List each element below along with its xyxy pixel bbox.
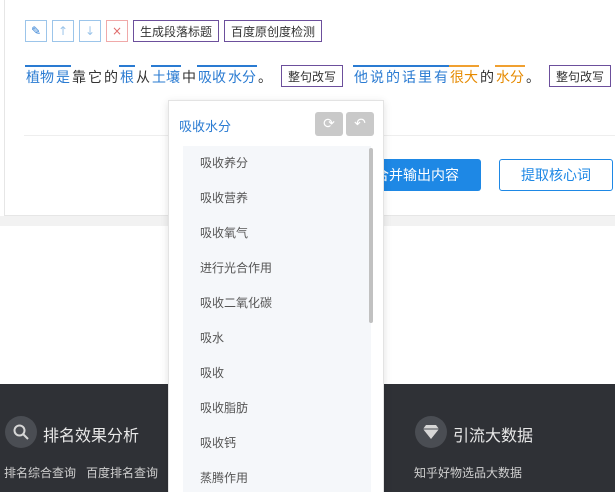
synonym-option[interactable]: 吸收钙 <box>183 426 371 461</box>
word-token[interactable]: 土壤 <box>151 65 181 87</box>
merge-output-button[interactable]: 合并输出内容 <box>370 159 481 191</box>
word-token[interactable]: 里 <box>417 65 434 87</box>
word-token: 。 <box>526 70 541 86</box>
word-token[interactable]: 吸收 <box>197 65 227 87</box>
word-token[interactable]: 根 <box>119 65 135 87</box>
originality-check-button[interactable]: 百度原创度检测 <box>224 20 323 42</box>
footer-link[interactable]: 百度排名查询 <box>86 464 158 481</box>
synonym-option[interactable]: 吸收二氧化碳 <box>183 286 371 321</box>
word-token[interactable]: 他 <box>353 65 370 87</box>
word-token[interactable]: 是 <box>55 65 71 87</box>
word-token[interactable]: 靠 <box>71 65 87 87</box>
word-token[interactable]: 很大 <box>449 65 480 87</box>
word-token[interactable]: 的 <box>385 65 402 87</box>
traffic-data-title: 引流大数据 <box>453 426 534 445</box>
synonym-option[interactable]: 进行光合作用 <box>183 251 371 286</box>
word-token[interactable]: 从 <box>135 65 151 87</box>
synonym-option[interactable]: 蒸腾作用 <box>183 461 371 492</box>
close-icon[interactable]: × <box>106 20 128 42</box>
move-down-icon[interactable]: ↓ <box>79 20 101 42</box>
undo-icon[interactable]: ↶ <box>346 112 374 136</box>
word-token[interactable]: 它 <box>87 65 103 87</box>
dropdown-scrollbar[interactable] <box>369 148 373 323</box>
word-token[interactable]: 的 <box>479 65 495 87</box>
rewrite-sentence-button[interactable]: 整句改写 <box>281 65 344 87</box>
extract-keywords-button[interactable]: 提取核心词 <box>499 159 613 191</box>
word-token[interactable]: 水分 <box>495 65 526 87</box>
synonym-option[interactable]: 吸收脂肪 <box>183 391 371 426</box>
synonym-option[interactable]: 吸收氧气 <box>183 216 371 251</box>
move-up-icon[interactable]: ↑ <box>52 20 74 42</box>
synonym-option[interactable]: 吸水 <box>183 321 371 356</box>
dropdown-title: 吸收水分 <box>179 120 232 135</box>
synonym-list: 吸收养分 吸收营养 吸收氧气 进行光合作用 吸收二氧化碳 吸水 吸收 吸收脂肪 … <box>183 146 371 492</box>
magnifier-chart-icon <box>5 416 37 448</box>
ranking-analysis-title: 排名效果分析 <box>43 426 140 445</box>
refresh-icon[interactable]: ⟳ <box>315 112 343 136</box>
synonym-dropdown: 吸收水分 ⟳ ↶ 吸收养分 吸收营养 吸收氧气 进行光合作用 吸收二氧化碳 吸水… <box>168 100 384 492</box>
word-token[interactable]: 中 <box>181 65 197 87</box>
generate-heading-button[interactable]: 生成段落标题 <box>133 20 220 42</box>
synonym-option[interactable]: 吸收养分 <box>183 146 371 181</box>
footer-link[interactable]: 排名综合查询 <box>4 464 76 481</box>
rewrite-sentence-button[interactable]: 整句改写 <box>549 65 612 87</box>
word-token[interactable]: 话 <box>401 65 418 87</box>
sentence-row: 植物 是 靠 它 的 根 从 土壤 中 吸收 水分 。 整句改写 他 说 的 话… <box>25 63 615 89</box>
synonym-option[interactable]: 吸收 <box>183 356 371 391</box>
synonym-option[interactable]: 吸收营养 <box>183 181 371 216</box>
word-token[interactable]: 植物 <box>25 65 55 87</box>
word-token: 。 <box>258 70 272 86</box>
word-token[interactable]: 有 <box>433 65 450 87</box>
footer-link[interactable]: 知乎好物选品大数据 <box>414 464 522 481</box>
word-token[interactable]: 水分 <box>227 65 257 87</box>
word-token[interactable]: 的 <box>103 65 119 87</box>
diamond-icon <box>415 416 447 448</box>
paragraph-toolbar: ✎ ↑ ↓ × 生成段落标题 百度原创度检测 <box>25 20 323 42</box>
word-token[interactable]: 说 <box>369 65 386 87</box>
edit-icon[interactable]: ✎ <box>25 20 47 42</box>
